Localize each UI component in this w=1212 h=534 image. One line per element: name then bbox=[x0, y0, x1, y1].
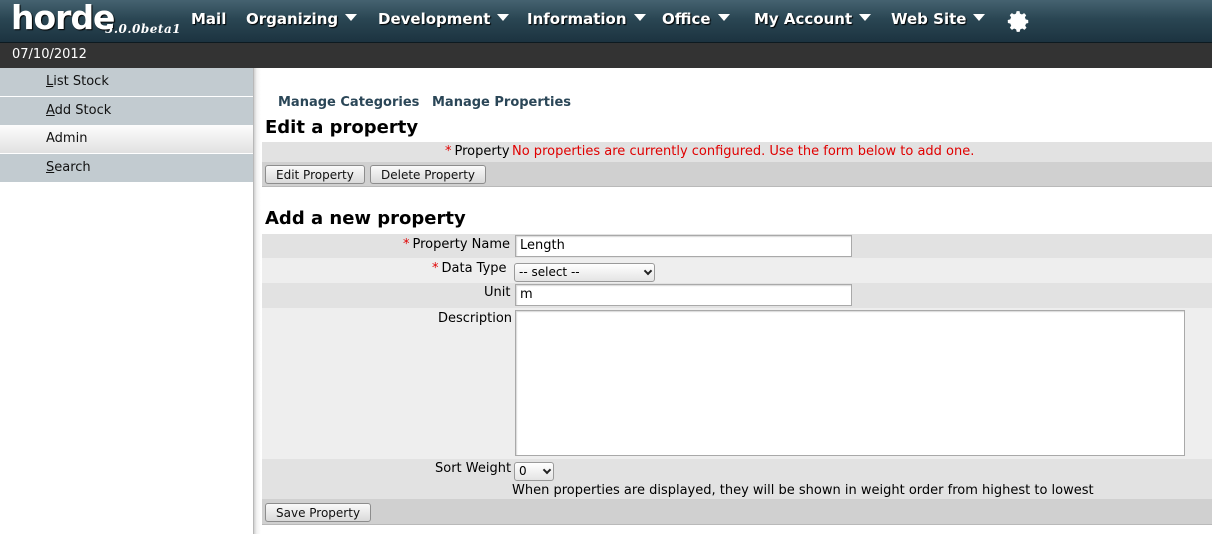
sidebar-resize-handle[interactable] bbox=[253, 68, 261, 534]
logo-text: horde bbox=[11, 0, 115, 37]
menu-mail[interactable]: Mail bbox=[191, 10, 226, 32]
data-type-row: * Data Type -- select -- bbox=[262, 258, 1212, 283]
tab-manage-properties[interactable]: Manage Properties bbox=[432, 95, 571, 110]
chevron-down-icon bbox=[859, 14, 872, 21]
current-date: 07/10/2012 bbox=[12, 47, 87, 62]
menu-web-site-label: Web Site bbox=[891, 10, 967, 28]
data-type-label: * Data Type bbox=[432, 261, 507, 276]
sort-weight-select[interactable]: 0 bbox=[514, 462, 554, 481]
chevron-down-icon bbox=[633, 14, 646, 21]
tab-manage-categories[interactable]: Manage Categories bbox=[278, 95, 419, 110]
sidebar-item-search[interactable]: Search bbox=[0, 154, 253, 182]
chevron-down-icon bbox=[717, 14, 730, 21]
unit-input[interactable]: m bbox=[515, 284, 852, 306]
menu-web-site[interactable]: Web Site bbox=[891, 10, 986, 32]
no-properties-error: No properties are currently configured. … bbox=[512, 144, 975, 159]
data-type-selected: -- select -- bbox=[519, 265, 580, 279]
sort-weight-row: Sort Weight 0 When properties are displa… bbox=[262, 459, 1212, 499]
save-buttons-row: Save Property bbox=[262, 499, 1212, 525]
menu-mail-label: Mail bbox=[191, 10, 227, 28]
menu-organizing-label: Organizing bbox=[246, 10, 339, 28]
chevron-down-icon bbox=[973, 14, 986, 21]
sidebar-item-list-stock[interactable]: List Stock bbox=[0, 68, 253, 96]
version-label: 5.0.0beta1 bbox=[105, 22, 182, 36]
edit-property-heading: Edit a property bbox=[265, 117, 419, 138]
sidebar-item-label: List Stock bbox=[46, 74, 109, 89]
unit-row: Unit m bbox=[262, 283, 1212, 308]
save-property-button[interactable]: Save Property bbox=[265, 503, 372, 522]
sort-weight-selected: 0 bbox=[519, 464, 527, 478]
description-textarea[interactable] bbox=[515, 310, 1185, 456]
property-label: * Property bbox=[445, 144, 510, 159]
sidebar-item-label: Search bbox=[46, 160, 91, 175]
menu-information-label: Information bbox=[527, 10, 627, 28]
property-row: * Property No properties are currently co… bbox=[262, 142, 1212, 162]
description-row: Description bbox=[262, 308, 1212, 459]
menu-organizing[interactable]: Organizing bbox=[246, 10, 358, 32]
chevron-down-icon bbox=[345, 14, 358, 21]
menu-development-label: Development bbox=[378, 10, 491, 28]
property-name-input[interactable]: Length bbox=[515, 235, 852, 257]
menu-office[interactable]: Office bbox=[662, 10, 730, 32]
chevron-down-icon bbox=[542, 465, 552, 475]
chevron-down-icon bbox=[643, 266, 653, 276]
sidebar: List Stock Add Stock Admin Search bbox=[0, 68, 253, 534]
add-property-heading: Add a new property bbox=[265, 208, 466, 229]
top-navigation-bar: horde 5.0.0beta1 Mail Organizing Develop… bbox=[0, 0, 1212, 43]
property-name-label: * Property Name bbox=[403, 237, 510, 252]
sort-weight-help-text: When properties are displayed, they will… bbox=[512, 483, 1094, 498]
sidebar-item-label: Add Stock bbox=[46, 103, 112, 118]
sidebar-item-admin[interactable]: Admin bbox=[0, 125, 253, 153]
data-type-select[interactable]: -- select -- bbox=[514, 263, 655, 282]
unit-label: Unit bbox=[484, 285, 511, 300]
sidebar-item-add-stock[interactable]: Add Stock bbox=[0, 97, 253, 125]
sort-weight-label: Sort Weight bbox=[435, 461, 512, 476]
sidebar-item-label: Admin bbox=[46, 131, 88, 146]
menu-my-account[interactable]: My Account bbox=[754, 10, 872, 32]
menu-information[interactable]: Information bbox=[527, 10, 646, 32]
description-label: Description bbox=[438, 311, 513, 326]
edit-buttons-row: Edit Property Delete Property bbox=[262, 162, 1212, 187]
chevron-down-icon bbox=[497, 14, 510, 21]
edit-property-button[interactable]: Edit Property bbox=[265, 165, 365, 184]
menu-office-label: Office bbox=[662, 10, 711, 28]
menu-my-account-label: My Account bbox=[754, 10, 853, 28]
property-name-row: * Property Name Length bbox=[262, 234, 1212, 258]
date-bar: 07/10/2012 bbox=[0, 43, 1212, 68]
delete-property-button[interactable]: Delete Property bbox=[370, 165, 487, 184]
gear-icon[interactable] bbox=[1006, 9, 1031, 34]
menu-development[interactable]: Development bbox=[378, 10, 510, 32]
